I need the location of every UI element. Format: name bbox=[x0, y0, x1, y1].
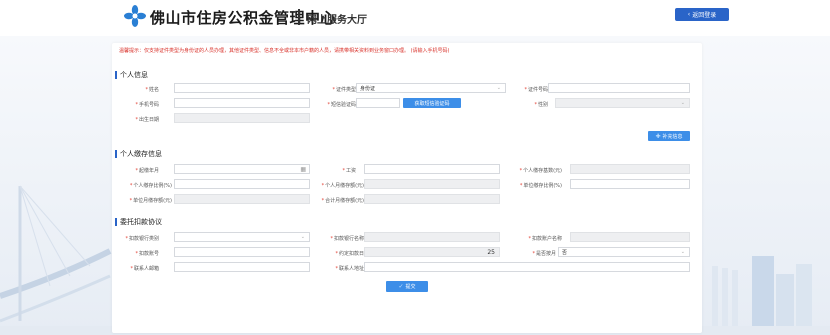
personal-ratio-input[interactable] bbox=[174, 179, 310, 189]
base-input bbox=[570, 164, 690, 174]
calendar-icon: ▦ bbox=[300, 165, 306, 173]
personal-ratio-label: *个人缴存比例(%) bbox=[129, 183, 172, 189]
chevron-down-icon: ⌄ bbox=[680, 100, 685, 106]
plus-icon: ✚ bbox=[655, 132, 661, 140]
personal-amount-label: *个人月缴存额(元) bbox=[321, 183, 364, 189]
unit-amount-label: *单位月缴存额(元) bbox=[129, 198, 172, 204]
header: 佛山市住房公积金管理中心 网上服务大厅 ‹ 返回登录 bbox=[0, 0, 830, 36]
section-deposit-info: 个人缴存信息 bbox=[115, 149, 162, 159]
account-name-input bbox=[570, 232, 690, 242]
notice-text: 温馨提示：仅支持证件类型为身份证的人员办理，其他证件类型、信息不全或非本市户籍的… bbox=[119, 48, 450, 54]
check-icon: ✓ bbox=[398, 283, 404, 290]
sms-code-label: *短信验证码 bbox=[327, 102, 356, 108]
get-sms-code-button[interactable]: 获取短信验证码 bbox=[403, 98, 461, 108]
chevron-left-icon: ‹ bbox=[687, 11, 691, 18]
more-info-button[interactable]: ✚ 补充信息 bbox=[648, 131, 690, 141]
birth-date-label: *出生日期 bbox=[135, 117, 159, 123]
id-number-input[interactable] bbox=[548, 83, 690, 93]
unit-ratio-input[interactable] bbox=[570, 179, 690, 189]
account-number-input[interactable] bbox=[174, 247, 310, 257]
bank-category-select[interactable]: ⌄ bbox=[174, 232, 310, 242]
bank-category-label: *扣款银行类别 bbox=[125, 236, 159, 242]
id-number-label: *证件号码 bbox=[524, 87, 548, 93]
section-agreement: 委托扣款协议 bbox=[115, 217, 162, 227]
name-label: *姓名 bbox=[145, 87, 159, 93]
chevron-down-icon: ⌄ bbox=[496, 85, 501, 91]
contact-address-input[interactable] bbox=[364, 262, 690, 272]
id-type-label: *证件类型 bbox=[332, 87, 356, 93]
submit-button[interactable]: ✓ 提交 bbox=[386, 281, 428, 292]
contact-email-label: *联系人邮箱 bbox=[130, 266, 159, 272]
base-label: *个人缴存基数(元) bbox=[519, 168, 562, 174]
gender-label: *性别 bbox=[534, 102, 548, 108]
section-personal-info: 个人信息 bbox=[115, 70, 148, 80]
sms-code-input[interactable] bbox=[356, 98, 400, 108]
account-number-label: *扣款账号 bbox=[135, 251, 159, 257]
start-month-input[interactable]: ▦ bbox=[174, 164, 310, 174]
logo-icon bbox=[124, 5, 146, 27]
salary-label: *工资 bbox=[342, 168, 356, 174]
personal-amount-input bbox=[364, 179, 500, 189]
phone-input[interactable] bbox=[174, 98, 310, 108]
chevron-down-icon: ⌄ bbox=[680, 249, 685, 255]
unit-amount-input bbox=[174, 194, 310, 204]
pay-monthly-select[interactable]: 否 ⌄ bbox=[558, 247, 690, 257]
contact-address-label: *联系人地址 bbox=[335, 266, 364, 272]
phone-label: *手机号码 bbox=[135, 102, 159, 108]
unit-ratio-label: *单位缴存比例(%) bbox=[519, 183, 562, 189]
total-amount-label: *合计月缴存额(元) bbox=[321, 198, 364, 204]
name-input[interactable] bbox=[174, 83, 310, 93]
pay-monthly-label: *是否按月 bbox=[532, 251, 556, 257]
back-to-login-button[interactable]: ‹ 返回登录 bbox=[675, 8, 729, 21]
deduct-day-label: *约定扣款日 bbox=[335, 251, 364, 257]
gender-select[interactable]: ⌄ bbox=[555, 98, 690, 108]
bank-name-label: *扣款银行名称 bbox=[330, 236, 364, 242]
total-amount-input bbox=[364, 194, 500, 204]
deduct-day-input: 25 bbox=[364, 247, 500, 257]
birth-date-input bbox=[174, 113, 310, 123]
account-name-label: *扣款账户名称 bbox=[528, 236, 562, 242]
application-form: 温馨提示：仅支持证件类型为身份证的人员办理，其他证件类型、信息不全或非本市户籍的… bbox=[112, 43, 702, 333]
salary-input[interactable] bbox=[364, 164, 500, 174]
notice-link[interactable]: (请输入手机号码) bbox=[411, 48, 450, 54]
site-subtitle: 网上服务大厅 bbox=[307, 15, 367, 26]
bank-name-input bbox=[364, 232, 500, 242]
id-type-select[interactable]: 身份证 ⌄ bbox=[356, 83, 506, 93]
start-month-label: *起缴年月 bbox=[135, 168, 159, 174]
contact-email-input[interactable] bbox=[174, 262, 310, 272]
title-divider bbox=[298, 9, 300, 25]
